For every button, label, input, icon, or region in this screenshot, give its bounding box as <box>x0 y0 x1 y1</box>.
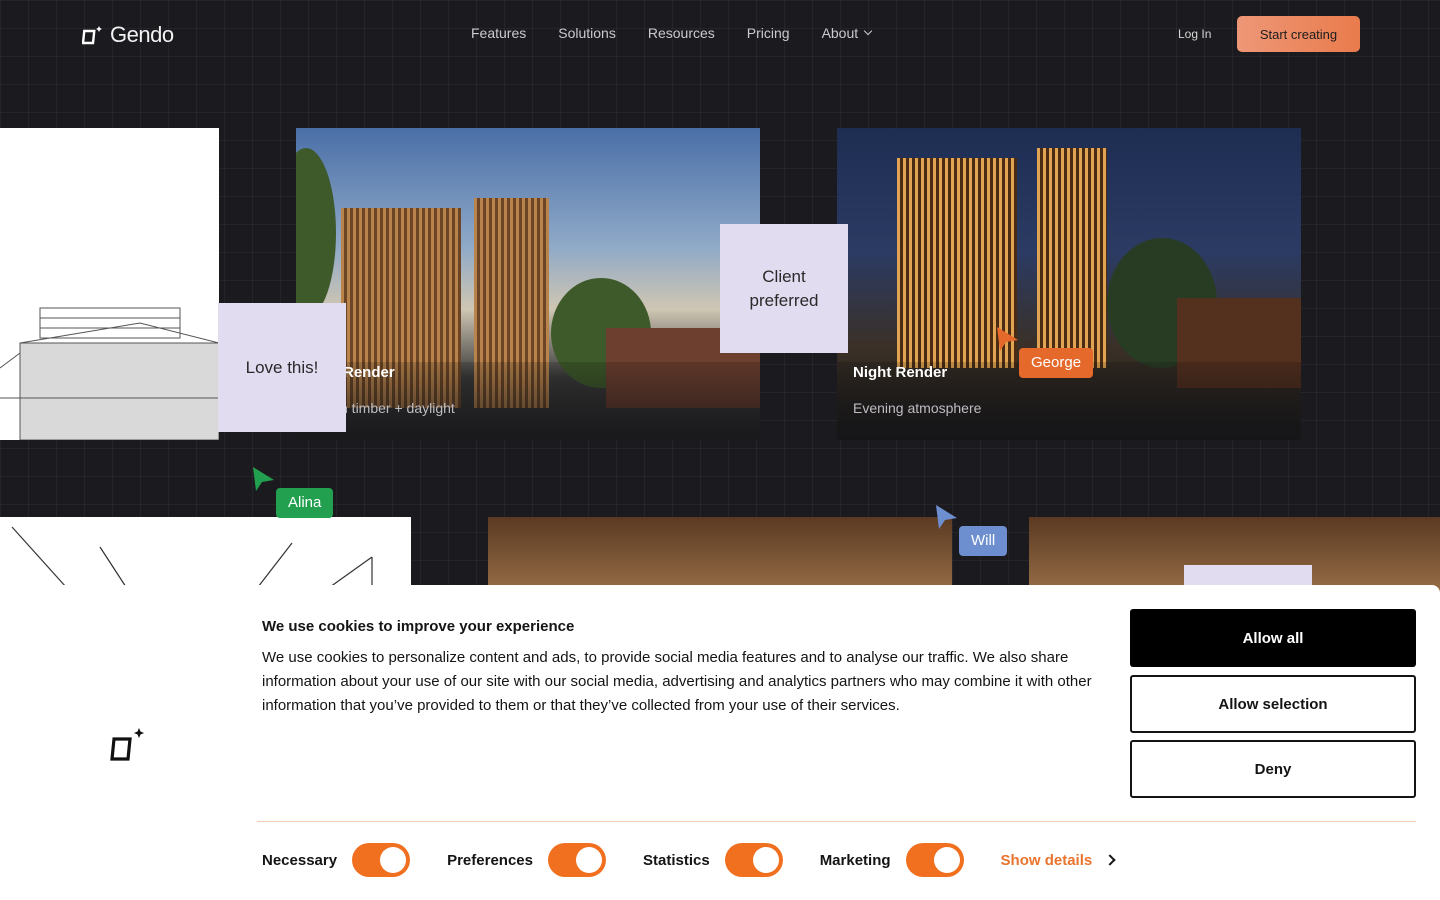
necessary-switch[interactable] <box>352 843 411 877</box>
preferences-switch[interactable] <box>547 843 606 877</box>
cookie-title: We use cookies to improve your experienc… <box>262 618 575 635</box>
show-details-link[interactable]: Show details <box>1000 851 1116 869</box>
night-render-title: Night Render <box>853 364 948 381</box>
nav-links: Features Solutions Resources Pricing Abo… <box>471 25 873 41</box>
day-render-card[interactable]: Render n timber + daylight <box>296 128 760 440</box>
sketch-drawing <box>0 307 219 440</box>
start-creating-button[interactable]: Start creating <box>1237 16 1360 52</box>
sticky-note-client[interactable]: Client preferred <box>720 224 848 353</box>
nav-link-pricing[interactable]: Pricing <box>747 25 790 41</box>
george-cursor-icon <box>997 327 1018 351</box>
brand-logo[interactable]: Gendo <box>82 22 174 48</box>
alina-cursor-icon <box>253 467 274 491</box>
switch-knob <box>575 847 602 873</box>
toggle-label: Preferences <box>447 851 533 869</box>
toggle-marketing: Marketing <box>820 843 964 877</box>
george-cursor-label: George <box>1019 348 1094 378</box>
chevron-right-icon <box>1104 854 1116 866</box>
toggle-label: Marketing <box>819 851 891 869</box>
alina-cursor-label: Alina <box>276 488 334 518</box>
gendo-logo-icon <box>110 728 144 761</box>
sketch-render-card[interactable] <box>0 128 219 440</box>
deny-button[interactable]: Deny <box>1130 740 1416 798</box>
show-details-label: Show details <box>1000 851 1093 869</box>
nav-link-features[interactable]: Features <box>471 25 526 41</box>
sticky-note-client-text: Client preferred <box>749 266 819 310</box>
statistics-switch[interactable] <box>724 843 783 877</box>
toggle-preferences: Preferences <box>447 843 606 877</box>
nav-link-about[interactable]: About <box>821 25 873 41</box>
nav-link-resources[interactable]: Resources <box>648 25 715 41</box>
cookie-description: We use cookies to personalize content an… <box>262 649 1092 714</box>
cookie-divider <box>257 821 1416 822</box>
allow-all-button[interactable]: Allow all <box>1130 609 1416 667</box>
tree-image <box>296 148 336 318</box>
toggle-necessary: Necessary <box>262 843 411 877</box>
will-cursor-label: Will <box>959 526 1008 556</box>
login-link[interactable]: Log In <box>1178 27 1211 41</box>
day-render-subtitle: n timber + daylight <box>340 400 455 416</box>
will-cursor-icon <box>936 505 957 529</box>
switch-knob <box>752 847 779 873</box>
toggle-label: Necessary <box>262 851 338 869</box>
nav-link-solutions[interactable]: Solutions <box>558 25 616 41</box>
night-render-subtitle: Evening atmosphere <box>853 400 982 416</box>
sticky-note-love[interactable]: Love this! <box>218 303 346 432</box>
building-image <box>1037 148 1107 368</box>
toggle-statistics: Statistics <box>643 843 783 877</box>
chevron-down-icon <box>863 26 873 36</box>
allow-selection-button[interactable]: Allow selection <box>1130 675 1416 733</box>
cookie-toggles: Necessary Preferences Statistics Marketi… <box>262 843 1116 877</box>
marketing-switch[interactable] <box>905 843 964 877</box>
toggle-label: Statistics <box>642 851 710 869</box>
day-render-title: Render <box>343 364 395 381</box>
nav-link-about-label: About <box>821 25 859 41</box>
switch-knob <box>380 847 407 873</box>
top-nav: Gendo Features Solutions Resources Prici… <box>0 0 1440 70</box>
gendo-logo-icon <box>82 26 102 45</box>
brand-name: Gendo <box>110 22 174 47</box>
night-render-card[interactable]: Night Render Evening atmosphere <box>837 128 1301 440</box>
switch-knob <box>933 847 960 873</box>
